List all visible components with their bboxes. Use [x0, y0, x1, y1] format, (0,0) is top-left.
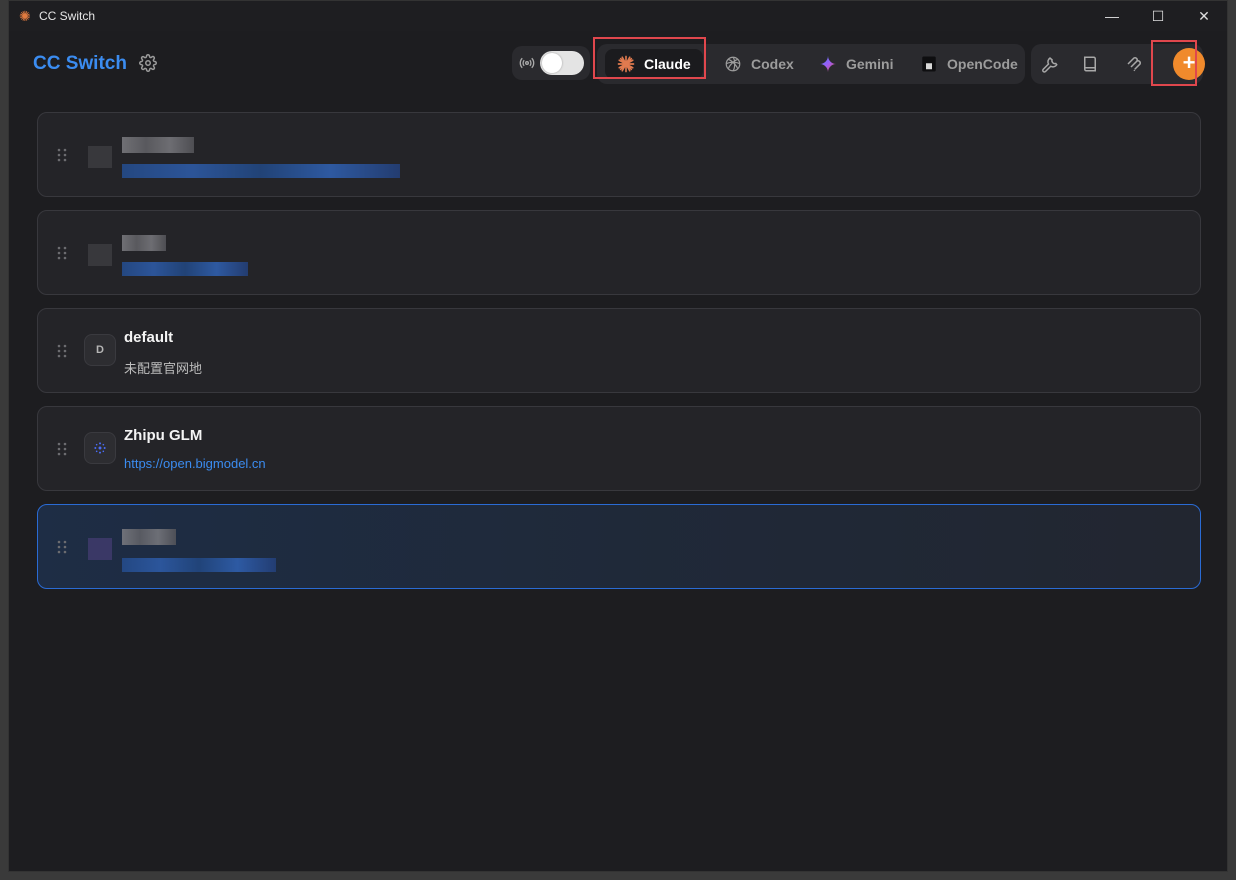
proxy-toggle[interactable] — [540, 51, 584, 75]
drag-handle-icon[interactable] — [57, 246, 67, 260]
gemini-icon — [819, 55, 837, 73]
provider-avatar-blurred — [88, 538, 112, 560]
provider-card-default[interactable]: D default 未配置官网地 — [37, 308, 1201, 393]
maximize-button[interactable]: ☐ — [1135, 1, 1181, 31]
window-title: CC Switch — [39, 9, 96, 23]
provider-card-active[interactable] — [37, 504, 1201, 589]
close-button[interactable]: ✕ — [1181, 1, 1227, 31]
close-icon: ✕ — [1198, 7, 1210, 24]
provider-name: Zhipu GLM — [124, 427, 203, 444]
provider-name-blurred — [122, 529, 176, 545]
provider-url[interactable]: https://open.bigmodel.cn — [124, 456, 266, 471]
app-window: ✺ CC Switch — ☐ ✕ CC Switch Claude Codex… — [8, 0, 1228, 872]
tab-gemini-label: Gemini — [846, 56, 894, 72]
drag-handle-icon[interactable] — [57, 442, 67, 456]
opencode-icon — [920, 55, 938, 73]
minimize-icon: — — [1105, 8, 1119, 24]
provider-card-zhipu[interactable]: Zhipu GLM https://open.bigmodel.cn — [37, 406, 1201, 491]
wrench-icon[interactable] — [1041, 55, 1059, 73]
provider-name: default — [124, 329, 174, 346]
provider-card-2[interactable] — [37, 210, 1201, 295]
provider-name-blurred — [122, 137, 194, 153]
zhipu-logo-icon — [84, 432, 116, 464]
drag-handle-icon[interactable] — [57, 344, 67, 358]
provider-avatar: D — [84, 334, 116, 366]
provider-name-blurred — [122, 235, 166, 251]
provider-avatar-blurred — [88, 244, 112, 266]
tab-opencode[interactable]: OpenCode — [920, 49, 1018, 79]
tab-gemini[interactable]: Gemini — [819, 49, 893, 79]
minimize-button[interactable]: — — [1089, 1, 1135, 31]
provider-avatar-blurred — [88, 146, 112, 168]
tab-codex-label: Codex — [751, 56, 794, 72]
provider-list: D default 未配置官网地 Zhipu GLM https://open.… — [37, 112, 1201, 602]
settings-gear-icon[interactable] — [139, 54, 157, 72]
highlight-box-add — [1151, 40, 1197, 86]
provider-card-1[interactable] — [37, 112, 1201, 197]
toggle-knob — [542, 53, 562, 73]
provider-url-blurred — [122, 262, 248, 276]
codex-icon — [724, 55, 742, 73]
broadcast-icon — [519, 57, 535, 69]
app-logo-icon: ✺ — [19, 8, 31, 24]
header-bar: CC Switch Claude Codex Gemini OpenCode + — [9, 37, 1227, 87]
mcp-icon[interactable] — [1125, 55, 1143, 73]
proxy-switch[interactable] — [512, 46, 590, 80]
maximize-icon: ☐ — [1151, 7, 1165, 24]
title-bar: ✺ CC Switch — ☐ ✕ — [9, 1, 1227, 31]
provider-url-blurred — [122, 558, 276, 572]
provider-url: 未配置官网地 — [124, 361, 203, 376]
brand-title[interactable]: CC Switch — [33, 53, 127, 75]
drag-handle-icon[interactable] — [57, 540, 67, 554]
tab-opencode-label: OpenCode — [947, 56, 1018, 72]
highlight-box-claude — [593, 37, 706, 79]
tab-codex[interactable]: Codex — [724, 49, 794, 79]
provider-url-blurred — [122, 164, 400, 178]
drag-handle-icon[interactable] — [57, 148, 67, 162]
book-icon[interactable] — [1081, 55, 1099, 73]
